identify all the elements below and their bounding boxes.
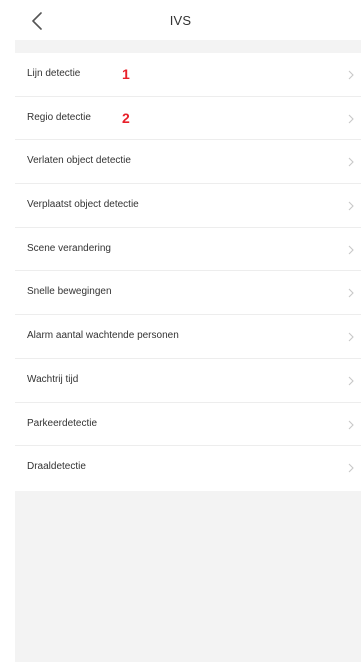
menu-item-label: Verplaatst object detectie — [27, 199, 139, 211]
menu-item-label: Regio detectie — [27, 111, 91, 123]
chevron-right-icon — [348, 289, 354, 298]
chevron-right-icon — [348, 201, 354, 211]
menu-item-regio-detectie[interactable]: Regio detectie 2 — [15, 97, 361, 141]
annotation-marker: 2 — [122, 109, 130, 126]
menu-item-parkeerdetectie[interactable]: Parkeerdetectie — [15, 403, 361, 447]
menu-item-snelle-bewegingen[interactable]: Snelle bewegingen — [15, 271, 361, 316]
menu-item-verlaten-object-detectie[interactable]: Verlaten object detectie — [15, 140, 361, 185]
top-bar: IVS — [0, 0, 361, 40]
annotation-marker: 1 — [122, 66, 130, 82]
menu-item-label: Parkeerdetectie — [27, 417, 98, 429]
menu-item-label: Draaldetectie — [27, 461, 86, 473]
menu-item-label: Verlaten object detectie — [27, 155, 131, 167]
chevron-right-icon — [348, 70, 354, 80]
menu-item-label: Snelle bewegingen — [27, 286, 112, 298]
section-spacer — [15, 40, 361, 53]
empty-area — [15, 491, 361, 662]
page-title: IVS — [169, 13, 192, 28]
menu-item-label: Alarm aantal wachtende personen — [27, 330, 179, 342]
menu-item-label: Lijn detectie — [27, 68, 81, 79]
menu-item-lijn-detectie[interactable]: Lijn detectie 1 — [15, 53, 361, 97]
chevron-right-icon — [348, 157, 354, 167]
chevron-right-icon — [348, 114, 354, 124]
chevron-right-icon — [348, 463, 354, 473]
menu-item-label: Scene verandering — [27, 242, 111, 254]
chevron-right-icon — [348, 245, 354, 255]
menu-item-draaldetectie[interactable]: Draaldetectie — [15, 446, 361, 490]
menu-item-wachtrij-tijd[interactable]: Wachtrij tijd — [15, 359, 361, 403]
menu-item-label: Wachtrij tijd — [27, 373, 79, 385]
menu-item-verplaatst-object-detectie[interactable]: Verplaatst object detectie — [15, 184, 361, 228]
ivs-menu-list: Lijn detectie 1 Regio detectie 2 Verlate… — [15, 53, 361, 490]
menu-item-scene-verandering[interactable]: Scene verandering — [15, 228, 361, 272]
menu-item-alarm-aantal-wachtende-personen[interactable]: Alarm aantal wachtende personen — [15, 315, 361, 359]
chevron-right-icon — [348, 420, 354, 429]
chevron-right-icon — [348, 332, 354, 342]
chevron-right-icon — [348, 376, 354, 386]
